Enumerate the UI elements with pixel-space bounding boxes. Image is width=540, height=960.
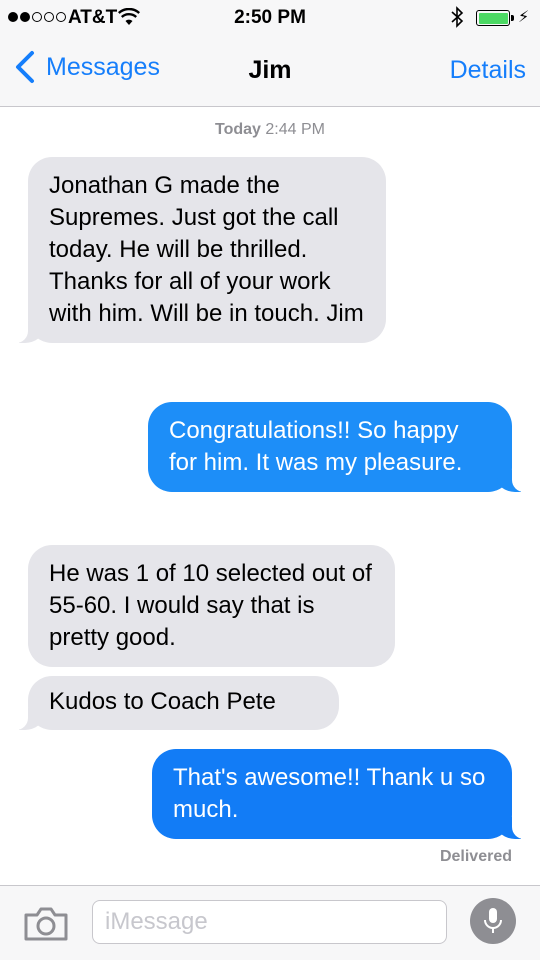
delivery-status: Delivered [439,848,512,865]
incoming-message-bubble[interactable]: Kudos to Coach Pete [8,676,339,730]
incoming-message-bubble[interactable]: Jonathan G made the Supremes. Just got t… [8,157,386,343]
timestamp-day: Today [215,121,261,138]
microphone-icon [484,908,502,933]
message-text: Congratulations!! So happy for him. It w… [169,417,463,476]
message-text: That's awesome!! Thank u so much. [173,764,486,823]
composer-bar: iMessage [0,885,540,960]
details-button[interactable]: Details [450,56,526,85]
outgoing-message-bubble[interactable]: That's awesome!! Thank u so much. [152,749,532,839]
battery-icon [476,10,514,26]
message-text: He was 1 of 10 selected out of 55-60. I … [49,560,372,651]
incoming-message-bubble[interactable]: He was 1 of 10 selected out of 55-60. I … [28,545,395,667]
nav-bar: Messages Jim Details [0,36,540,107]
message-text: Jonathan G made the Supremes. Just got t… [49,172,364,327]
dictation-button[interactable] [470,898,516,944]
bluetooth-icon [451,6,464,28]
timestamp-time: 2:44 PM [265,121,325,138]
message-input[interactable]: iMessage [92,900,447,944]
camera-icon[interactable] [23,906,69,942]
charging-icon: ⚡ [518,9,530,26]
conversation-timestamp: Today 2:44 PM [0,121,540,139]
message-text: Kudos to Coach Pete [49,688,276,715]
outgoing-message-bubble[interactable]: Congratulations!! So happy for him. It w… [148,402,532,492]
status-bar: AT&T 2:50 PM ⚡ [0,0,540,36]
